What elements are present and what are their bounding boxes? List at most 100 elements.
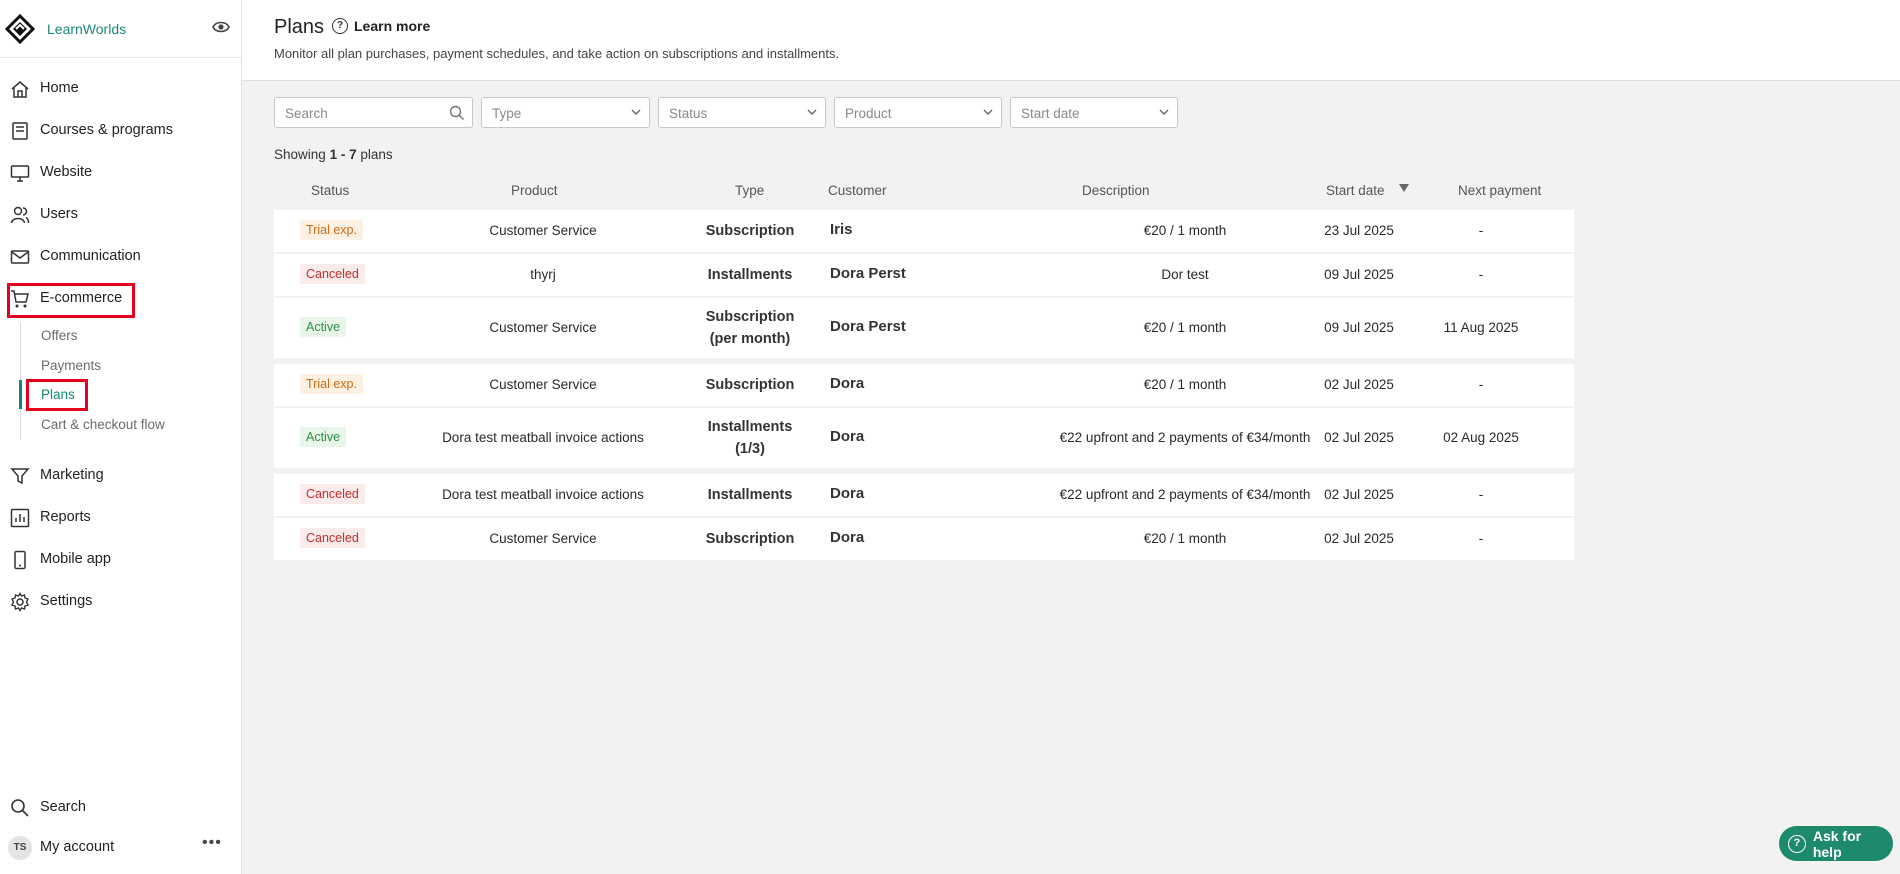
product-cell: Customer Service (489, 320, 597, 335)
start-date-cell: 02 Jul 2025 (1324, 377, 1394, 392)
results-count-suffix: plans (360, 147, 393, 162)
status-filter-label: Status (669, 106, 708, 121)
table-row[interactable]: Trial exp. Customer Service Subscription Ir… (274, 210, 1574, 252)
product-filter-dropdown[interactable]: Product (834, 97, 1002, 128)
sidebar-item-users[interactable]: Users (0, 197, 241, 231)
learn-more-link[interactable]: ? Learn more (332, 18, 430, 34)
column-header-status[interactable]: Status (311, 183, 349, 198)
sidebar-item-courses[interactable]: Courses & programs (0, 113, 241, 147)
type-cell-detail: (1/3) (735, 441, 765, 457)
table-row[interactable]: Canceled Dora test meatball invoice actio… (274, 474, 1574, 516)
start-date-cell: 02 Jul 2025 (1324, 487, 1394, 502)
search-icon[interactable] (448, 104, 466, 122)
results-count: Showing 1 - 7 plans (274, 147, 393, 162)
sidebar-item-communication[interactable]: Communication (0, 239, 241, 273)
status-filter-dropdown[interactable]: Status (658, 97, 826, 128)
column-header-type[interactable]: Type (735, 183, 764, 198)
help-circle-icon: ? (332, 18, 348, 34)
more-options-icon[interactable]: ••• (202, 834, 222, 852)
type-filter-dropdown[interactable]: Type (481, 97, 650, 128)
table-row[interactable]: Trial exp. Customer Service Subscription Do… (274, 364, 1574, 406)
chevron-down-icon (807, 109, 817, 115)
plans-highlight-box (26, 379, 88, 411)
start-date-filter-dropdown[interactable]: Start date (1010, 97, 1178, 128)
product-cell: Customer Service (489, 223, 597, 238)
next-payment-cell: - (1478, 377, 1484, 392)
status-badge: Active (300, 427, 347, 447)
product-cell: Customer Service (489, 531, 597, 546)
product-filter-label: Product (845, 106, 892, 121)
monitor-icon (10, 165, 30, 182)
table-row[interactable]: Canceled thyrj Installments Dora Perst Dor t… (274, 254, 1574, 296)
start-date-cell: 09 Jul 2025 (1324, 320, 1394, 335)
column-header-customer[interactable]: Customer (828, 183, 887, 198)
sidebar-item-label: Communication (40, 248, 141, 264)
product-cell: Dora test meatball invoice actions (442, 487, 644, 502)
ask-for-help-label: Ask for help (1812, 827, 1862, 860)
status-badge: Canceled (300, 528, 365, 548)
brand-name[interactable]: LearnWorlds (47, 21, 126, 37)
submenu-item-offers[interactable]: Offers (41, 328, 78, 343)
mail-icon (10, 250, 30, 264)
learn-more-label: Learn more (354, 18, 431, 34)
column-header-start-date[interactable]: Start date (1326, 183, 1385, 198)
sidebar-search[interactable]: Search (0, 790, 241, 824)
next-payment-cell: 11 Aug 2025 (1443, 320, 1519, 335)
sidebar-item-mobile-app[interactable]: Mobile app (0, 542, 241, 576)
users-icon (10, 206, 30, 224)
avatar[interactable]: TS (8, 836, 32, 860)
submenu-item-payments[interactable]: Payments (41, 358, 101, 373)
start-date-cell: 23 Jul 2025 (1324, 223, 1394, 238)
type-cell-detail: (per month) (709, 331, 791, 347)
search-input[interactable]: Search (274, 97, 473, 128)
next-payment-cell: 02 Aug 2025 (1443, 430, 1519, 445)
status-badge: Trial exp. (300, 220, 363, 240)
column-header-next-payment[interactable]: Next payment (1458, 183, 1541, 198)
search-icon (11, 799, 29, 817)
sidebar-item-label: Mobile app (40, 551, 111, 567)
page-header: Plans ? Learn more Monitor all plan purc… (242, 0, 1900, 81)
product-cell: Dora test meatball invoice actions (442, 430, 644, 445)
search-placeholder: Search (285, 106, 328, 121)
next-payment-cell: - (1478, 531, 1484, 546)
sidebar-item-home[interactable]: Home (0, 71, 241, 105)
learnworlds-logo-icon[interactable] (5, 14, 35, 44)
type-cell: Subscription (705, 309, 795, 325)
sidebar-search-label: Search (40, 799, 86, 815)
sidebar-item-label: Marketing (40, 467, 104, 483)
table-row[interactable]: Canceled Customer Service Subscription Dora… (274, 518, 1574, 560)
sidebar-item-marketing[interactable]: Marketing (0, 458, 241, 492)
column-header-description[interactable]: Description (1082, 183, 1150, 198)
type-cell: Subscription (705, 377, 795, 393)
results-count-range: 1 - 7 (329, 147, 357, 162)
status-badge: Canceled (300, 264, 365, 284)
phone-icon (14, 550, 26, 570)
type-cell: Installments (707, 419, 793, 435)
start-date-cell: 02 Jul 2025 (1324, 430, 1394, 445)
page-subtitle: Monitor all plan purchases, payment sche… (274, 46, 840, 61)
submenu-active-indicator (19, 380, 22, 409)
sidebar-item-reports[interactable]: Reports (0, 500, 241, 534)
my-account-link[interactable]: My account (40, 839, 114, 855)
table-row[interactable]: Active Customer Service Subscription (per m… (274, 298, 1574, 358)
sidebar-item-label: Settings (40, 593, 93, 609)
ask-for-help-button[interactable]: ? Ask for help (1779, 826, 1893, 861)
type-cell: Subscription (705, 531, 795, 547)
sidebar-item-label: Users (40, 206, 78, 222)
submenu-item-cart-checkout[interactable]: Cart & checkout flow (41, 417, 165, 432)
column-header-product[interactable]: Product (511, 183, 558, 198)
chart-icon (10, 508, 30, 528)
start-date-cell: 02 Jul 2025 (1324, 531, 1394, 546)
sidebar-item-settings[interactable]: Settings (0, 584, 241, 618)
start-date-cell: 09 Jul 2025 (1324, 267, 1394, 282)
chevron-down-icon (1159, 109, 1169, 115)
sidebar-item-label: Reports (40, 509, 91, 525)
sidebar-item-website[interactable]: Website (0, 155, 241, 189)
product-cell: Customer Service (489, 377, 597, 392)
sidebar-item-label: Home (40, 80, 79, 96)
sidebar: LearnWorlds Home Courses & programs Webs… (0, 0, 242, 874)
table-row[interactable]: Active Dora test meatball invoice actions… (274, 408, 1574, 468)
status-badge: Canceled (300, 484, 365, 504)
sort-desc-icon[interactable] (1399, 184, 1409, 192)
eye-icon[interactable] (212, 19, 230, 35)
